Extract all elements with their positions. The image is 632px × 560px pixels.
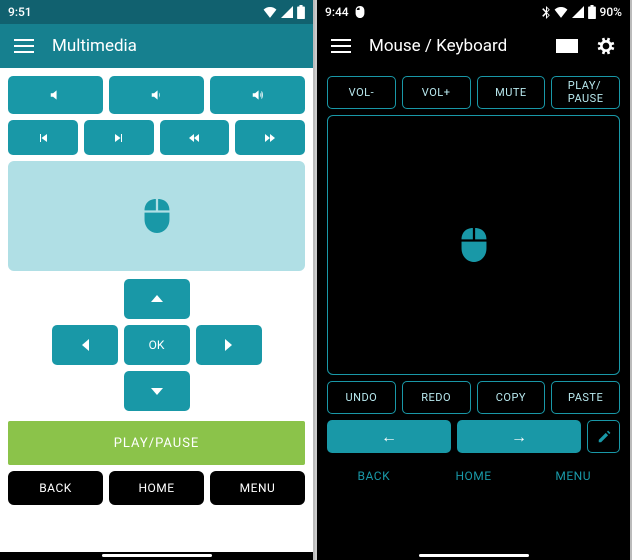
fast-forward-icon: [262, 132, 278, 144]
nav-back-label: BACK: [358, 469, 391, 483]
trackpad-area[interactable]: [8, 161, 305, 271]
signal-icon: [572, 6, 584, 18]
ok-label: OK: [149, 338, 165, 352]
copy-button[interactable]: COPY: [477, 381, 546, 414]
battery-icon: [588, 5, 596, 19]
chevron-right-icon: [225, 339, 233, 351]
trackpad-area[interactable]: [327, 115, 620, 375]
play-pause-button[interactable]: PLAY/PAUSE: [8, 421, 305, 465]
btn-label: VOL-: [349, 86, 374, 99]
content-area: OK PLAY/PAUSE BACK HOME MENU: [0, 68, 313, 552]
undo-button[interactable]: UNDO: [327, 381, 396, 414]
nav-menu-button[interactable]: MENU: [210, 471, 305, 505]
nav-back-button[interactable]: BACK: [8, 471, 103, 505]
battery-icon: [297, 5, 305, 19]
nav-menu-button[interactable]: MENU: [526, 459, 620, 493]
nav-home-label: HOME: [138, 481, 174, 495]
prev-track-button[interactable]: [8, 120, 78, 155]
chevron-down-icon: [151, 387, 163, 395]
vol-down-button[interactable]: VOL-: [327, 76, 396, 109]
wifi-icon: [554, 6, 568, 18]
mute-button[interactable]: MUTE: [477, 76, 546, 109]
speaker-low-icon: [149, 88, 165, 102]
redo-button[interactable]: REDO: [402, 381, 471, 414]
status-icons: [263, 5, 305, 19]
status-bar: 9:51: [0, 0, 313, 24]
pencil-icon: [597, 430, 611, 444]
play-pause-label: PLAY/PAUSE: [114, 436, 200, 451]
paste-button[interactable]: PASTE: [551, 381, 620, 414]
status-time: 9:51: [8, 5, 32, 19]
forward-button[interactable]: [235, 120, 305, 155]
status-time: 9:44: [325, 5, 349, 19]
btn-label: COPY: [496, 391, 526, 404]
page-title: Mouse / Keyboard: [369, 36, 507, 56]
menu-icon[interactable]: [331, 39, 351, 53]
nav-back-button[interactable]: BACK: [327, 459, 421, 493]
gear-icon[interactable]: [596, 36, 616, 56]
nav-back-label: BACK: [39, 481, 72, 495]
rewind-button[interactable]: [160, 120, 230, 155]
keyboard-icon[interactable]: [556, 39, 578, 53]
chevron-up-icon: [151, 295, 163, 303]
app-bar: Multimedia: [0, 24, 313, 68]
play-pause-button[interactable]: PLAY/ PAUSE: [551, 76, 620, 109]
status-icons: 90%: [542, 5, 622, 19]
btn-label: PASTE: [568, 391, 603, 404]
phone-multimedia: 9:51 Multimedia OK: [0, 0, 315, 560]
chevron-left-icon: [81, 339, 89, 351]
btn-label: VOL+: [422, 86, 451, 99]
status-bar: 9:44 90%: [317, 0, 630, 24]
battery-percent: 90%: [600, 5, 622, 19]
gesture-bar: [317, 552, 630, 560]
content-area: VOL- VOL+ MUTE PLAY/ PAUSE UNDO REDO COP…: [317, 68, 630, 552]
app-bar: Mouse / Keyboard: [317, 24, 630, 68]
phone-mouse-keyboard: 9:44 90% Mouse / Keyboard VOL- VOL+ MUTE…: [317, 0, 632, 560]
dpad-down-button[interactable]: [124, 371, 190, 411]
nav-menu-label: MENU: [555, 469, 591, 483]
wifi-icon: [263, 6, 277, 18]
arrow-right-button[interactable]: →: [457, 420, 581, 453]
dpad: OK: [8, 279, 305, 411]
dpad-ok-button[interactable]: OK: [124, 325, 190, 365]
page-title: Multimedia: [52, 36, 137, 56]
arrow-left-button[interactable]: ←: [327, 420, 451, 453]
speaker-mute-icon: [49, 88, 63, 102]
skip-next-icon: [112, 132, 126, 144]
nav-home-button[interactable]: HOME: [109, 471, 204, 505]
arrow-label: →: [511, 427, 527, 447]
btn-label: UNDO: [345, 391, 377, 404]
speaker-high-icon: [249, 88, 267, 102]
dpad-right-button[interactable]: [196, 325, 262, 365]
mouse-icon: [460, 228, 488, 262]
android-nav-row: BACK HOME MENU: [8, 471, 305, 509]
skip-prev-icon: [36, 132, 50, 144]
arrow-label: ←: [381, 427, 397, 447]
nav-menu-label: MENU: [240, 481, 276, 495]
btn-label: MUTE: [495, 86, 527, 99]
next-track-button[interactable]: [84, 120, 154, 155]
bluetooth-icon: [542, 6, 550, 19]
volume-mute-button[interactable]: [8, 76, 103, 114]
btn-label: REDO: [421, 391, 451, 404]
android-nav-row: BACK HOME MENU: [327, 459, 620, 497]
btn-label: PLAY/ PAUSE: [568, 80, 604, 104]
volume-up-button[interactable]: [210, 76, 305, 114]
dpad-left-button[interactable]: [52, 325, 118, 365]
dpad-up-button[interactable]: [124, 279, 190, 319]
mouse-icon: [143, 199, 171, 233]
nav-home-button[interactable]: HOME: [427, 459, 521, 493]
vol-up-button[interactable]: VOL+: [402, 76, 471, 109]
signal-icon: [281, 6, 293, 18]
mouse-status-icon: [355, 6, 365, 18]
volume-down-button[interactable]: [109, 76, 204, 114]
nav-home-label: HOME: [455, 469, 491, 483]
gesture-bar: [0, 552, 313, 560]
rewind-icon: [186, 132, 202, 144]
menu-icon[interactable]: [14, 39, 34, 53]
edit-mode-button[interactable]: [587, 420, 620, 453]
